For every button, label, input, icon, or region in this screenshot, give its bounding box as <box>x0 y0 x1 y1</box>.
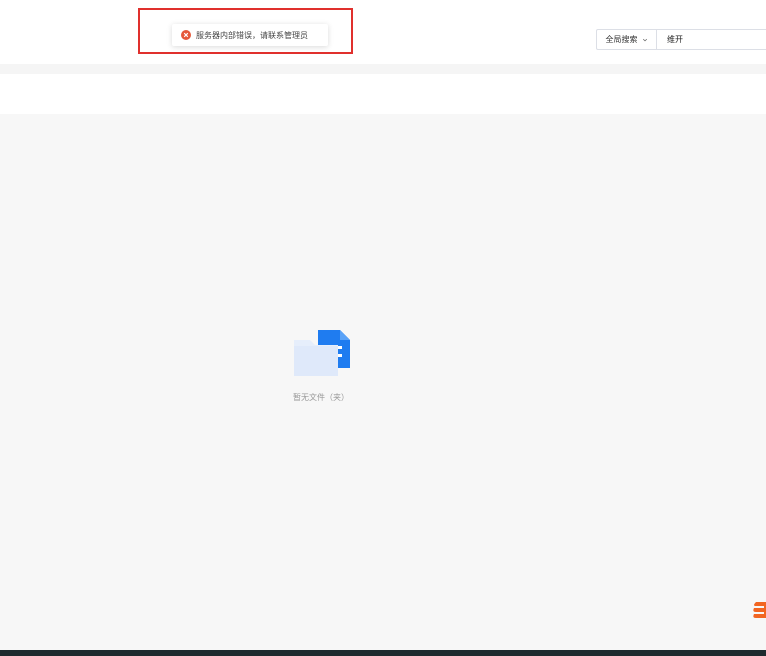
header-divider <box>0 64 766 74</box>
file-list-area: 暂无文件（夹） <box>0 114 766 650</box>
global-search: 全局搜索 <box>596 29 766 50</box>
app-window: 全局搜索 暂无文件（夹） <box>0 0 766 656</box>
search-input[interactable] <box>657 29 766 50</box>
taskbar <box>0 650 766 656</box>
top-header: 全局搜索 <box>0 0 766 64</box>
empty-state: 暂无文件（夹） <box>289 330 353 403</box>
error-toast-message: 服务器内部错误，请联系管理员 <box>196 30 308 40</box>
toolbar-area <box>0 74 766 114</box>
error-circle-icon <box>181 30 191 40</box>
search-scope-label: 全局搜索 <box>605 35 638 44</box>
empty-state-text: 暂无文件（夹） <box>293 393 349 402</box>
search-scope-select[interactable]: 全局搜索 <box>596 29 657 50</box>
error-toast: 服务器内部错误，请联系管理员 <box>172 24 328 46</box>
floating-widget-icon[interactable] <box>752 600 766 620</box>
folder-file-icon <box>294 330 350 376</box>
chevron-down-icon <box>642 38 647 41</box>
